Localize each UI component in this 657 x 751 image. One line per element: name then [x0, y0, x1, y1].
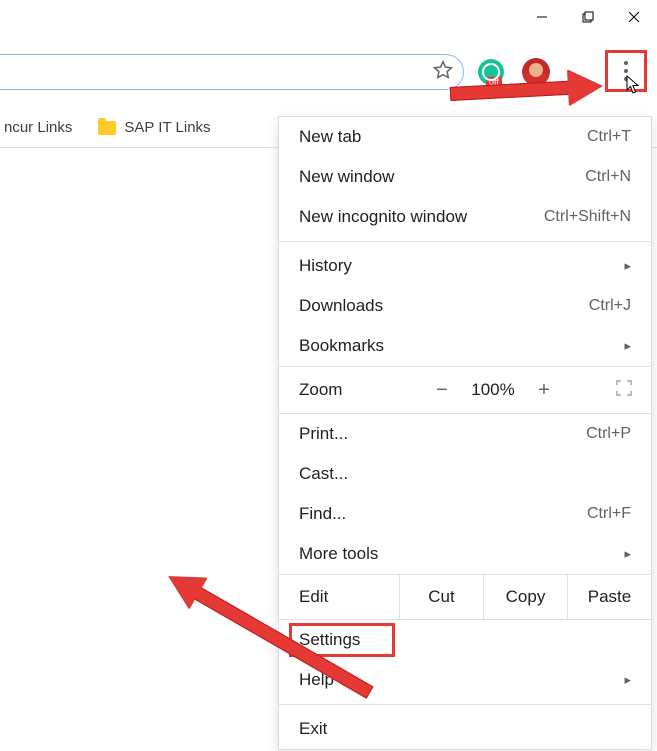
- zoom-in-button[interactable]: +: [521, 379, 567, 402]
- bookmark-folder[interactable]: ncur Links: [4, 119, 72, 136]
- menu-item-downloads[interactable]: Downloads Ctrl+J: [279, 286, 651, 326]
- menu-item-new-window[interactable]: New window Ctrl+N: [279, 157, 651, 197]
- zoom-value: 100%: [465, 380, 521, 400]
- bookmark-folder[interactable]: SAP IT Links: [98, 119, 210, 136]
- edit-paste-button[interactable]: Paste: [567, 575, 651, 619]
- cursor-icon: [626, 75, 642, 95]
- edit-copy-button[interactable]: Copy: [483, 575, 567, 619]
- menu-item-bookmarks[interactable]: Bookmarks: [279, 326, 651, 366]
- toolbar: off: [0, 48, 657, 96]
- menu-zoom-row: Zoom − 100% +: [279, 366, 651, 414]
- menu-separator: [279, 241, 651, 242]
- bookmark-folder-label: ncur Links: [4, 119, 72, 136]
- menu-item-cast[interactable]: Cast...: [279, 454, 651, 494]
- menu-item-more-tools[interactable]: More tools: [279, 534, 651, 574]
- menu-item-new-tab[interactable]: New tab Ctrl+T: [279, 117, 651, 157]
- extension-off-badge: off: [486, 77, 502, 87]
- chrome-menu-button[interactable]: [605, 50, 647, 92]
- fullscreen-icon[interactable]: [615, 379, 633, 402]
- zoom-label: Zoom: [279, 380, 419, 400]
- menu-item-print[interactable]: Print... Ctrl+P: [279, 414, 651, 454]
- minimize-button[interactable]: [519, 0, 565, 34]
- edit-label: Edit: [279, 587, 399, 607]
- chrome-menu: New tab Ctrl+T New window Ctrl+N New inc…: [278, 116, 652, 750]
- extension-grammarly-icon[interactable]: off: [478, 59, 504, 85]
- close-button[interactable]: [611, 0, 657, 34]
- bookmark-folder-label: SAP IT Links: [124, 119, 210, 136]
- folder-icon: [98, 121, 116, 135]
- menu-item-exit[interactable]: Exit: [279, 709, 651, 749]
- omnibox[interactable]: [0, 54, 464, 90]
- zoom-out-button[interactable]: −: [419, 379, 465, 402]
- profile-avatar[interactable]: [522, 58, 550, 86]
- bookmark-star-icon[interactable]: [433, 60, 453, 85]
- menu-item-find[interactable]: Find... Ctrl+F: [279, 494, 651, 534]
- maximize-button[interactable]: [565, 0, 611, 34]
- menu-item-help[interactable]: Help: [279, 660, 651, 700]
- menu-item-history[interactable]: History: [279, 246, 651, 286]
- menu-item-settings[interactable]: Settings: [279, 620, 651, 660]
- menu-separator: [279, 704, 651, 705]
- edit-cut-button[interactable]: Cut: [399, 575, 483, 619]
- menu-item-incognito[interactable]: New incognito window Ctrl+Shift+N: [279, 197, 651, 237]
- menu-edit-row: Edit Cut Copy Paste: [279, 574, 651, 620]
